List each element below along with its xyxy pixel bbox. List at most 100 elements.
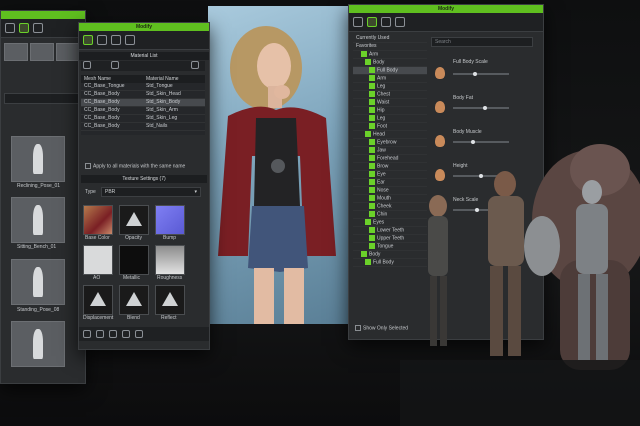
checkbox-icon [369, 187, 375, 193]
tree-item[interactable]: Arm [353, 75, 427, 83]
tree-label: Ear [377, 179, 385, 186]
folder-thumb[interactable] [30, 43, 54, 61]
tab-material-icon[interactable] [381, 17, 391, 27]
tree-item[interactable]: Body [353, 59, 427, 67]
slider-knob[interactable] [473, 72, 477, 76]
tree-label: Jaw [377, 147, 386, 154]
warning-icon [126, 212, 142, 226]
search-bar[interactable] [4, 93, 80, 104]
texture-ao[interactable] [83, 245, 113, 275]
tab-attribute-icon[interactable] [353, 17, 363, 27]
tab-material-icon[interactable] [111, 35, 121, 45]
tab-attribute-icon[interactable] [83, 35, 93, 45]
tab-motion-icon[interactable] [125, 35, 135, 45]
pose-thumb-sitting[interactable] [11, 197, 65, 243]
checkbox-icon [369, 243, 375, 249]
tree-label: Tongue [377, 243, 394, 250]
body-avatar-icon [435, 67, 445, 79]
load-icon[interactable] [83, 330, 91, 338]
texture-roughness[interactable] [155, 245, 185, 275]
texture-label: Metallic [123, 275, 140, 281]
pose-thumb-reclining[interactable] [11, 136, 65, 182]
table-row[interactable]: CC_Base_Tongue Std_Tongue [81, 83, 205, 91]
tree-item[interactable]: Arm [353, 51, 427, 59]
texture-reflect[interactable] [155, 285, 185, 315]
bottom-toolbar [79, 327, 209, 341]
tree-label: Arm [369, 51, 379, 58]
reset-icon[interactable] [109, 330, 117, 338]
tab-morph-icon[interactable] [97, 35, 107, 45]
checkbox-icon [365, 59, 371, 65]
slider-label: Full Body Scale [453, 59, 488, 65]
link-icon[interactable] [122, 330, 130, 338]
search-input[interactable]: Search [431, 37, 533, 47]
folder-icon[interactable] [5, 23, 15, 33]
mesh-cell: CC_Base_Tongue [84, 83, 125, 89]
table-row[interactable]: CC_Base_Body Std_Nails [81, 123, 205, 131]
pose-icon[interactable] [33, 23, 43, 33]
texture-base-color[interactable] [83, 205, 113, 235]
texture-displacement[interactable] [83, 285, 113, 315]
texture-blend[interactable] [119, 285, 149, 315]
library-toolbar [1, 19, 85, 38]
texture-label: Opacity [125, 235, 142, 241]
checkbox-icon [355, 325, 361, 331]
table-row[interactable]: CC_Base_Body Std_Skin_Head [81, 91, 205, 99]
folder-thumb[interactable] [4, 43, 28, 61]
tree-item[interactable]: Leg [353, 83, 427, 91]
texture-bump[interactable] [155, 205, 185, 235]
texture-settings-header: Texture Settings (7) [81, 175, 207, 183]
mesh-cell: CC_Base_Body [84, 123, 120, 129]
modify-title-bar: Modify [79, 23, 209, 31]
tree-item-selected[interactable]: Full Body [353, 67, 427, 75]
tree-item[interactable]: Favorites [353, 43, 427, 51]
pose-figure [32, 328, 44, 360]
morph-slider[interactable] [453, 72, 509, 76]
pose-thumb-extra[interactable] [11, 321, 65, 367]
checkbox-icon [369, 203, 375, 209]
tab-morph-icon[interactable] [367, 17, 377, 27]
viewport[interactable] [208, 6, 348, 324]
folder-grid [4, 43, 80, 83]
tree-label: Mouth [377, 195, 391, 202]
character-render [218, 26, 336, 324]
mesh-cell: CC_Base_Body [84, 107, 120, 113]
texture-metallic[interactable] [119, 245, 149, 275]
checkbox-icon [369, 171, 375, 177]
material-cell: Std_Skin_Leg [146, 115, 178, 121]
undo-icon[interactable] [83, 61, 91, 69]
tree-label: Forehead [377, 155, 399, 162]
edit-icon[interactable] [135, 330, 143, 338]
tab-motion-icon[interactable] [395, 17, 405, 27]
texture-opacity[interactable] [119, 205, 149, 235]
table-row-selected[interactable]: CC_Base_Body Std_Skin_Body [81, 99, 205, 107]
tree-item[interactable]: Chest [353, 91, 427, 99]
column-header-material[interactable]: Material Name [143, 75, 205, 83]
mesh-cell: CC_Base_Body [84, 99, 120, 105]
save-icon[interactable] [96, 330, 104, 338]
table-row[interactable]: CC_Base_Body Std_Skin_Leg [81, 115, 205, 123]
checkbox-icon [369, 211, 375, 217]
column-header-mesh[interactable]: Mesh Name [81, 75, 143, 83]
checkbox-icon [365, 219, 371, 225]
pose-library-panel: Reclining_Pose_01 Sitting_Bench_01 Stand… [0, 10, 86, 384]
tree-item[interactable]: Currently Used [353, 35, 427, 43]
search-placeholder: Search [435, 39, 451, 45]
folder-thumb[interactable] [56, 43, 80, 61]
checkbox-icon [369, 163, 375, 169]
save-icon[interactable] [191, 61, 199, 69]
tree-item[interactable]: Waist [353, 99, 427, 107]
checkbox-icon [369, 179, 375, 185]
figure-icon[interactable] [19, 23, 29, 33]
type-select[interactable]: PBR ▾ [101, 187, 201, 197]
apply-all-checkbox[interactable]: Apply to all materials with the same nam… [85, 163, 185, 169]
morph-slider[interactable] [453, 106, 509, 110]
pose-label: Sitting_Bench_01 [17, 244, 57, 250]
table-row[interactable]: CC_Base_Body Std_Skin_Arm [81, 107, 205, 115]
pose-thumb-standing[interactable] [11, 259, 65, 305]
checkbox-icon [369, 99, 375, 105]
dropdown-icon[interactable] [111, 61, 119, 69]
type-select-value: PBR [105, 189, 116, 195]
slider-label: Body Fat [453, 95, 474, 101]
checkbox-icon [369, 139, 375, 145]
